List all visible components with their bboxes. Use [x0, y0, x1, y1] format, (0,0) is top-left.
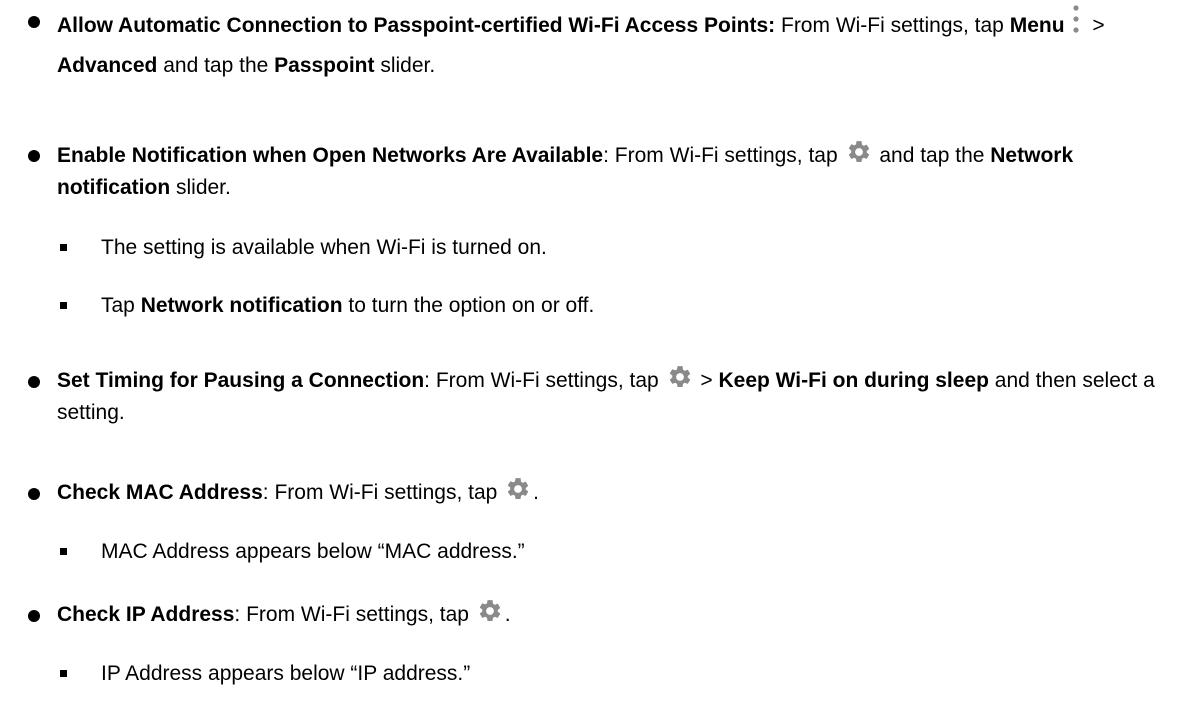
document-page: Allow Automatic Connection to Passpoint-…: [0, 0, 1198, 704]
item-title: Allow Automatic Connection to Passpoint-…: [57, 14, 776, 37]
bullet-dot: [28, 16, 40, 28]
sub-bullet: [60, 548, 67, 555]
item-title: Enable Notification when Open Networks A…: [57, 144, 604, 167]
item-title: Set Timing for Pausing a Connection: [57, 369, 425, 392]
sub-item: MAC Address appears below “MAC address.”: [101, 540, 525, 563]
list-item-passpoint: Allow Automatic Connection to Passpoint-…: [57, 4, 1177, 86]
sub-bullet: [60, 670, 67, 677]
bullet-dot: [28, 488, 40, 500]
bullet-dot: [28, 610, 40, 622]
bullet-dot: [28, 376, 40, 388]
gear-icon: [508, 478, 529, 499]
sub-bullet: [60, 302, 67, 309]
sub-item: Tap Network notification to turn the opt…: [101, 294, 595, 317]
sub-item: IP Address appears below “IP address.”: [101, 662, 471, 685]
gear-icon: [669, 366, 690, 387]
list-item-mac-address: Check MAC Address: From Wi-Fi settings, …: [57, 476, 1177, 509]
item-title: Check IP Address: [57, 603, 235, 626]
vertical-dots-menu-icon: [1072, 5, 1079, 33]
list-item-ip-address: Check IP Address: From Wi-Fi settings, t…: [57, 598, 1177, 631]
gear-icon: [848, 141, 869, 162]
list-item-pause-timing: Set Timing for Pausing a Connection: Fro…: [57, 364, 1177, 429]
item-title: Check MAC Address: [57, 481, 263, 504]
bullet-dot: [28, 150, 40, 162]
menu-label: Menu: [1009, 14, 1065, 37]
sub-item: The setting is available when Wi-Fi is t…: [101, 236, 547, 259]
sub-bullet: [60, 244, 67, 251]
passpoint-label: Passpoint: [274, 54, 375, 77]
advanced-label: Advanced: [57, 54, 158, 77]
keep-wifi-label: Keep Wi-Fi on during sleep: [718, 369, 989, 392]
list-item-network-notification: Enable Notification when Open Networks A…: [57, 139, 1177, 204]
gear-icon: [479, 600, 500, 621]
